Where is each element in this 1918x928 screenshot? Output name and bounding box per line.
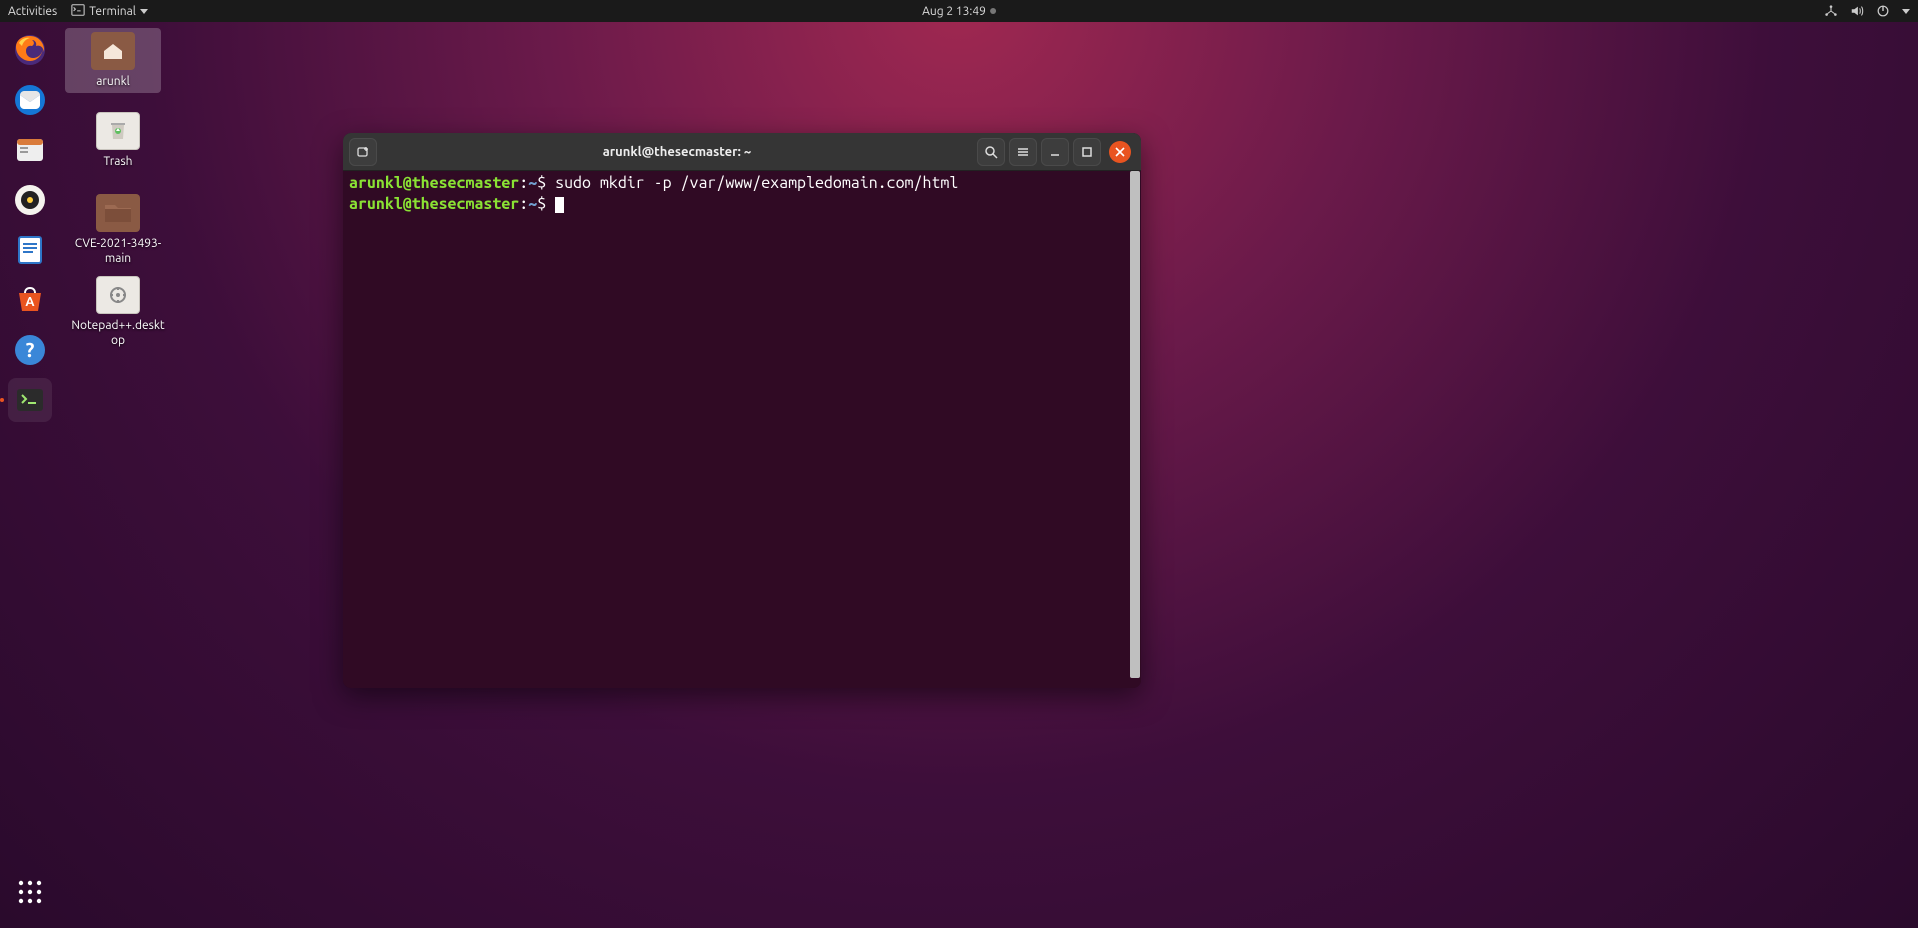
dock: A ? bbox=[0, 22, 60, 928]
cursor bbox=[555, 197, 564, 213]
activities-button[interactable]: Activities bbox=[8, 5, 57, 18]
show-applications[interactable] bbox=[8, 870, 52, 914]
dock-help[interactable]: ? bbox=[8, 328, 52, 372]
folder-icon bbox=[96, 194, 140, 232]
network-icon[interactable] bbox=[1824, 4, 1838, 18]
desktop-icon-label: arunkl bbox=[69, 74, 157, 89]
desktop-icon-cve-folder[interactable]: CVE-2021-3493-main bbox=[70, 194, 166, 266]
terminal-headerbar: arunkl@thesecmaster: ~ bbox=[343, 133, 1141, 171]
notification-dot-icon bbox=[990, 8, 996, 14]
terminal-line: arunkl@thesecmaster:~$ sudo mkdir -p /va… bbox=[349, 173, 1135, 194]
terminal-icon bbox=[71, 3, 85, 20]
terminal-line: arunkl@thesecmaster:~$ bbox=[349, 194, 1135, 215]
dock-files[interactable] bbox=[8, 128, 52, 172]
dock-thunderbird[interactable] bbox=[8, 78, 52, 122]
dock-firefox[interactable] bbox=[8, 28, 52, 72]
prompt-dollar: $ bbox=[537, 174, 546, 192]
prompt-path: ~ bbox=[528, 174, 537, 192]
gnome-topbar: Activities Terminal Aug 2 13:49 bbox=[0, 0, 1918, 22]
prompt-sep: : bbox=[519, 195, 528, 213]
command-text: sudo mkdir -p /var/www/exampledomain.com… bbox=[546, 174, 958, 192]
executable-icon bbox=[96, 276, 140, 314]
new-tab-button[interactable] bbox=[349, 138, 377, 166]
app-menu[interactable]: Terminal bbox=[71, 3, 148, 20]
system-menu-chevron-icon[interactable] bbox=[1902, 9, 1910, 14]
scrollbar[interactable] bbox=[1130, 171, 1140, 678]
clock[interactable]: Aug 2 13:49 bbox=[922, 5, 996, 18]
svg-text:?: ? bbox=[26, 338, 35, 361]
search-button[interactable] bbox=[977, 138, 1005, 166]
close-button[interactable] bbox=[1109, 141, 1131, 163]
prompt-userhost: arunkl@thesecmaster bbox=[349, 174, 519, 192]
app-menu-label: Terminal bbox=[89, 5, 136, 18]
command-text bbox=[546, 195, 555, 213]
trash-icon bbox=[96, 112, 140, 150]
folder-home-icon bbox=[91, 32, 135, 70]
prompt-sep: : bbox=[519, 174, 528, 192]
topbar-left: Activities Terminal bbox=[8, 3, 148, 20]
window-title: arunkl@thesecmaster: ~ bbox=[381, 145, 973, 159]
topbar-right bbox=[1824, 4, 1910, 18]
terminal-window: arunkl@thesecmaster: ~ arunkl@thesecmast… bbox=[343, 133, 1141, 688]
maximize-button[interactable] bbox=[1073, 138, 1101, 166]
desktop-icon-label: CVE-2021-3493-main bbox=[70, 236, 166, 266]
desktop-icon-label: Notepad++.desktop bbox=[70, 318, 166, 348]
prompt-userhost: arunkl@thesecmaster bbox=[349, 195, 519, 213]
clock-text: Aug 2 13:49 bbox=[922, 5, 986, 18]
chevron-down-icon bbox=[140, 9, 148, 14]
prompt-dollar: $ bbox=[537, 195, 546, 213]
volume-icon[interactable] bbox=[1850, 4, 1864, 18]
desktop-icon-label: Trash bbox=[70, 154, 166, 169]
power-icon[interactable] bbox=[1876, 4, 1890, 18]
dock-terminal[interactable] bbox=[8, 378, 52, 422]
desktop-icon-home[interactable]: arunkl bbox=[65, 28, 161, 93]
desktop-icon-trash[interactable]: Trash bbox=[70, 112, 166, 169]
terminal-body[interactable]: arunkl@thesecmaster:~$ sudo mkdir -p /va… bbox=[343, 171, 1141, 688]
prompt-path: ~ bbox=[528, 195, 537, 213]
dock-libreoffice-writer[interactable] bbox=[8, 228, 52, 272]
dock-rhythmbox[interactable] bbox=[8, 178, 52, 222]
svg-text:A: A bbox=[25, 295, 35, 309]
desktop-icon-notepadpp[interactable]: Notepad++.desktop bbox=[70, 276, 166, 348]
dock-ubuntu-software[interactable]: A bbox=[8, 278, 52, 322]
minimize-button[interactable] bbox=[1041, 138, 1069, 166]
hamburger-menu-button[interactable] bbox=[1009, 138, 1037, 166]
